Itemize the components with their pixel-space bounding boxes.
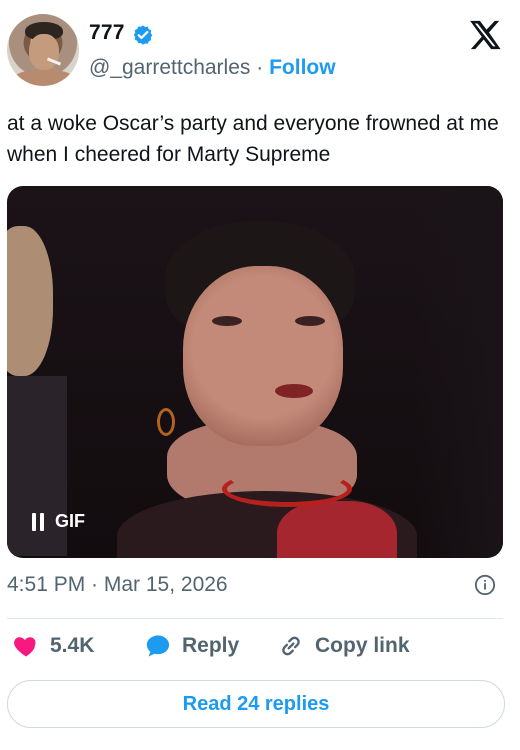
avatar-body [13, 70, 75, 86]
avatar[interactable] [7, 14, 79, 86]
verified-badge-icon [133, 25, 153, 45]
info-icon[interactable] [474, 574, 496, 596]
media-scarf [277, 501, 397, 558]
handle-row: @_garrettcharles · Follow [89, 56, 336, 80]
gif-media[interactable] [7, 186, 503, 558]
media-face [183, 266, 343, 446]
media-right-eye [295, 316, 325, 326]
avatar-face [29, 34, 59, 70]
copy-link-label: Copy link [315, 634, 410, 657]
media-mouth [275, 384, 313, 398]
reply-action[interactable]: Reply [144, 632, 239, 660]
copy-link-action[interactable]: Copy link [277, 632, 410, 660]
heart-icon[interactable] [12, 632, 40, 660]
tweet-actions: 5.4K Reply Copy link [7, 632, 517, 666]
separator-dot: · [256, 56, 264, 79]
media-necklace [222, 471, 352, 507]
media-earring [157, 408, 175, 436]
media-left-eye [212, 316, 242, 326]
link-icon[interactable] [277, 632, 305, 660]
read-replies-button[interactable]: Read 24 replies [7, 680, 505, 728]
tweet-header: 777 @_garrettcharles · Follow [0, 0, 520, 100]
reply-label: Reply [182, 634, 240, 657]
gif-controls[interactable]: GIF [31, 511, 85, 532]
reply-bubble-icon[interactable] [144, 632, 172, 660]
author-handle[interactable]: @_garrettcharles [89, 56, 250, 79]
like-action[interactable]: 5.4K [12, 632, 94, 660]
media-background-right [413, 186, 503, 558]
likes-count: 5.4K [50, 634, 95, 657]
gif-label: GIF [55, 511, 85, 531]
media-side-face [7, 226, 53, 376]
pause-icon[interactable] [31, 512, 45, 531]
x-logo-icon[interactable] [468, 18, 502, 52]
timestamp[interactable]: 4:51 PM · Mar 15, 2026 [7, 573, 228, 597]
follow-button[interactable]: Follow [269, 56, 336, 79]
divider [7, 618, 503, 619]
author-display-name[interactable]: 777 [89, 21, 125, 45]
tweet-text: at a woke Oscar’s party and everyone fro… [7, 112, 499, 166]
